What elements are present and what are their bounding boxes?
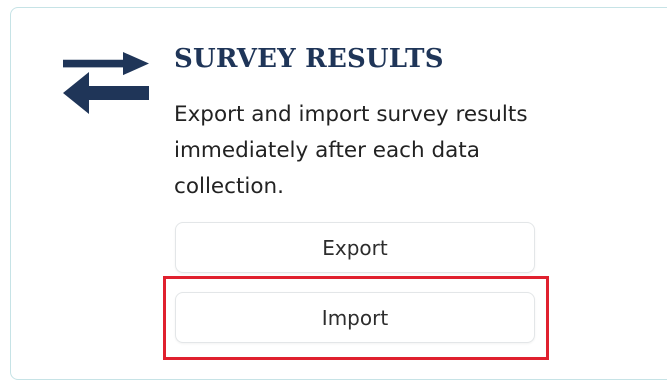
- survey-results-card: SURVEY RESULTS Export and import survey …: [10, 7, 667, 380]
- import-button[interactable]: Import: [175, 292, 535, 343]
- card-title: SURVEY RESULTS: [174, 44, 444, 74]
- export-button[interactable]: Export: [175, 222, 535, 273]
- card-description: Export and import survey results immedia…: [174, 102, 528, 199]
- swap-arrows-icon: [63, 52, 149, 114]
